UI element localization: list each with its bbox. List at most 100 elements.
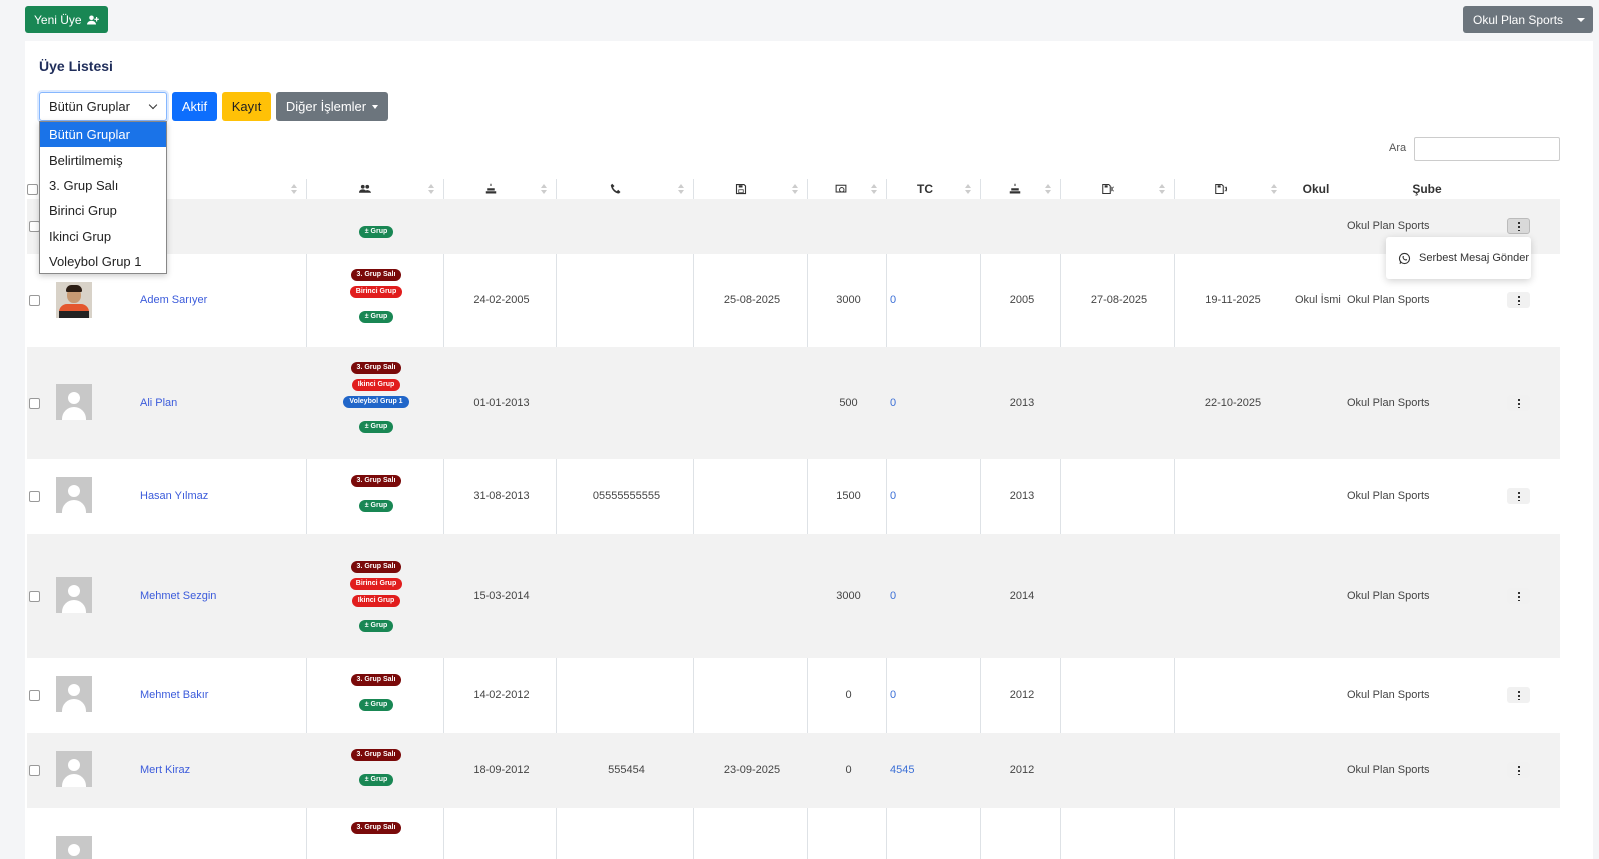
sort-icon[interactable] [1271,184,1277,194]
aktif-button[interactable]: Aktif [172,92,217,121]
avatar [56,577,92,613]
group-badge: Birinci Grup [349,286,403,298]
tc-link[interactable]: 0 [890,294,896,306]
caret-down-icon [372,104,379,109]
add-group-badge[interactable]: ± Grup [358,500,394,512]
start-date-cell: 27-08-2025 [1090,294,1148,306]
member-name-link[interactable]: Mert Kiraz [140,764,190,776]
sort-icon[interactable] [792,184,798,194]
row-checkbox[interactable] [29,295,40,306]
row-menu-button[interactable] [1507,218,1530,234]
tc-link[interactable]: 0 [890,590,896,602]
avatar [56,676,92,712]
group-badge: 3. Grup Salı [350,362,402,374]
group-badges: 3. Grup Salı Birinci Grup ± Grup [309,269,443,323]
group-option[interactable]: Bütün Gruplar [40,122,166,148]
header-birthyear[interactable] [1005,179,1025,199]
member-name-link[interactable]: Adem Sarıyer [140,294,207,306]
sube-cell: Okul Plan Sports [1347,590,1430,602]
add-group-badge[interactable]: ± Grup [358,311,394,323]
table-row: Adem Sarıyer 3. Grup Salı Birinci Grup ±… [27,254,1560,347]
group-badge: 3. Grup Salı [350,475,402,487]
group-option[interactable]: 3. Grup Salı [40,173,166,198]
avatar [56,282,92,318]
other-actions-button[interactable]: Diğer İşlemler [276,92,388,121]
row-checkbox[interactable] [29,690,40,701]
sort-icon[interactable] [965,184,971,194]
save-end-icon [1215,183,1228,195]
sube-cell: Okul Plan Sports [1347,764,1430,776]
sort-icon[interactable] [541,184,547,194]
member-name-link[interactable]: Mehmet Sezgin [140,590,216,602]
kayit-button[interactable]: Kayıt [222,92,271,121]
group-badges: 3. Grup Salı ± Grup [309,475,443,512]
sort-icon[interactable] [1045,184,1051,194]
group-option[interactable]: Belirtilmemiş [40,147,166,172]
header-start-date[interactable] [1093,179,1123,199]
sort-icon[interactable] [428,184,434,194]
table-row: Mehmet Bakır 3. Grup Salı ± Grup 14-02-2… [27,658,1560,733]
member-name-link[interactable]: Mehmet Bakır [140,689,208,701]
fee-cell: 3000 [836,294,861,306]
header-tc[interactable]: TC [910,179,940,199]
member-name-link[interactable]: Hasan Yılmaz [140,490,208,502]
row-menu-button[interactable] [1507,762,1530,778]
row-checkbox[interactable] [29,591,40,602]
fee-cell: 1500 [836,490,861,502]
new-member-button[interactable]: Yeni Üye [25,6,108,33]
select-all-checkbox[interactable] [27,184,38,195]
sube-cell: Okul Plan Sports [1347,490,1430,502]
group-option[interactable]: Voleybol Grup 1 [40,249,166,274]
row-menu-button[interactable] [1507,488,1530,504]
row-checkbox[interactable] [29,765,40,776]
add-group-badge[interactable]: ± Grup [358,421,394,433]
header-groups[interactable] [355,179,375,199]
add-group-badge[interactable]: ± Grup [358,699,394,711]
header-okul[interactable]: Okul [1290,179,1342,199]
sort-icon[interactable] [871,184,877,194]
tc-link[interactable]: 0 [890,689,896,701]
header-fee[interactable] [831,179,851,199]
add-group-badge[interactable]: ± Grup [358,226,394,238]
row-checkbox[interactable] [29,491,40,502]
search-input[interactable] [1414,137,1560,161]
group-badge: 3. Grup Salı [350,749,402,761]
registration-cell: 25-08-2025 [723,294,781,306]
add-group-badge[interactable]: ± Grup [358,620,394,632]
sort-icon[interactable] [1159,184,1165,194]
birthyear-cell: 2012 [1009,689,1035,701]
header-sube[interactable]: Şube [1395,179,1459,199]
new-member-label: Yeni Üye [34,12,82,27]
birthyear-cell: 2005 [1009,294,1035,306]
header-birthdate[interactable] [481,179,501,199]
table-row: Hasan Yılmaz 3. Grup Salı ± Grup 31-08-2… [27,459,1560,534]
group-option[interactable]: Ikinci Grup [40,224,166,249]
sube-cell: Okul Plan Sports [1347,220,1430,232]
sort-icon[interactable] [678,184,684,194]
row-checkbox[interactable] [29,398,40,409]
tc-link[interactable]: 4545 [890,764,914,776]
birthyear-cell: 2014 [1009,590,1035,602]
group-select[interactable]: Bütün Gruplar [39,92,167,121]
header-end-date[interactable] [1206,179,1236,199]
user-plus-icon [86,15,99,24]
tc-link[interactable]: 0 [890,397,896,409]
group-badges: 3. Grup Salı [309,822,443,834]
whatsapp-icon [1398,252,1411,264]
header-registration[interactable] [731,179,751,199]
row-menu-button[interactable] [1507,588,1530,604]
sube-cell: Okul Plan Sports [1347,294,1430,306]
send-message-menu-item[interactable]: Serbest Mesaj Gönder [1386,237,1531,279]
school-select-button[interactable]: Okul Plan Sports [1463,6,1593,33]
row-menu-button[interactable] [1507,687,1530,703]
sort-icon[interactable] [291,184,297,194]
row-menu-button[interactable] [1507,292,1530,308]
group-option[interactable]: Birinci Grup [40,198,166,223]
fee-cell: 3000 [836,590,861,602]
add-group-badge[interactable]: ± Grup [358,774,394,786]
other-actions-label: Diğer İşlemler [285,99,367,114]
header-phone[interactable] [606,179,626,199]
tc-link[interactable]: 0 [890,490,896,502]
row-menu-button[interactable] [1507,395,1530,411]
member-name-link[interactable]: Ali Plan [140,397,177,409]
